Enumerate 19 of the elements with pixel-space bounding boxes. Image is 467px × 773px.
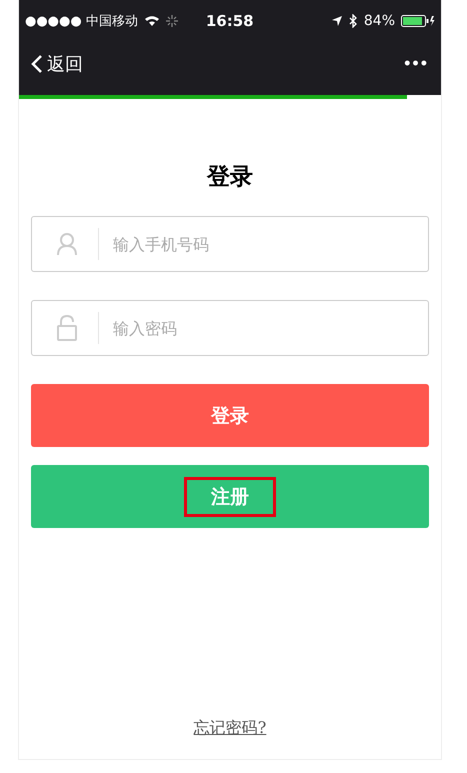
location-icon xyxy=(330,15,343,27)
input-field[interactable]: 输入手机号码 xyxy=(31,216,429,272)
user-icon xyxy=(56,232,78,256)
input-field[interactable]: 输入密码 xyxy=(31,300,429,356)
more-button[interactable]: ••• xyxy=(404,53,429,74)
input-field[interactable]: 输入密码 xyxy=(111,301,428,355)
spinner-icon xyxy=(166,15,178,27)
back-button[interactable]: 返回 xyxy=(31,52,83,76)
page-title: 登录 xyxy=(206,163,254,192)
lock-icon xyxy=(56,315,78,341)
input-field[interactable]: 输入手机号码 xyxy=(111,217,428,271)
wifi-icon xyxy=(144,15,160,27)
bluetooth-icon xyxy=(348,14,358,28)
clock: 16:58 xyxy=(206,12,254,30)
battery-icon xyxy=(401,15,435,27)
back-icon xyxy=(31,54,43,74)
carrier-label: ●●●●● 中国移动 xyxy=(25,13,138,30)
battery-label: 84% xyxy=(364,13,395,29)
forgot-password-link[interactable]: 忘记密码? xyxy=(194,718,266,739)
